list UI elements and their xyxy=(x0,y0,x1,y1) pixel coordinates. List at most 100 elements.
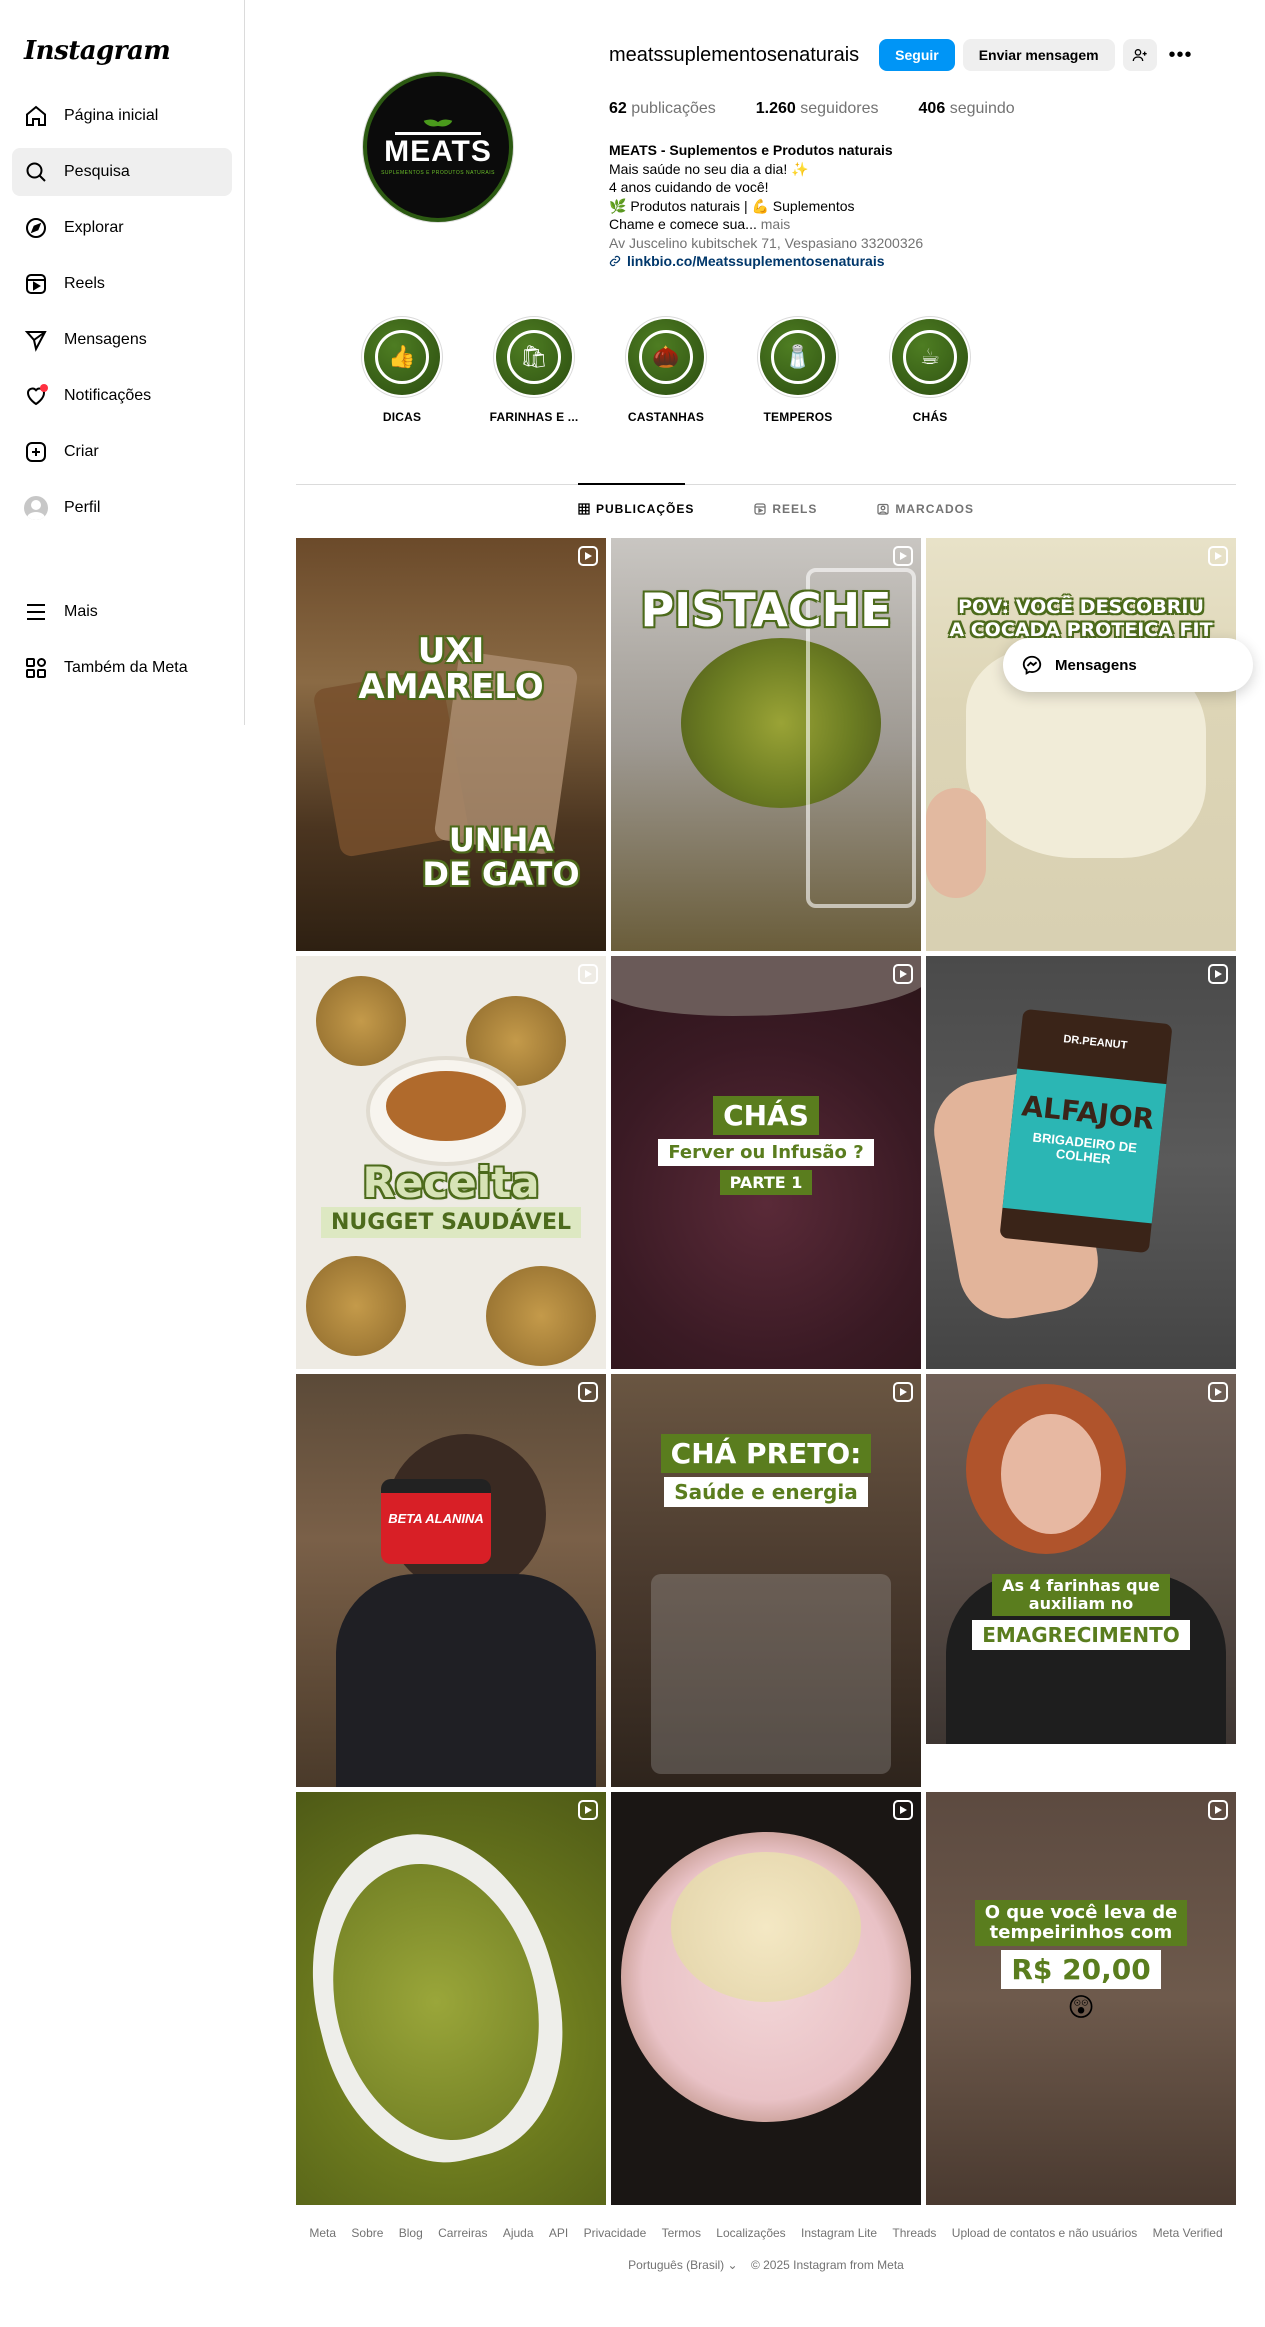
profile-avatar[interactable]: MEATS SUPLEMENTOS E PRODUTOS NATURAIS xyxy=(363,72,513,222)
grid-icon xyxy=(578,503,590,515)
post-overlay-text: auxiliam no xyxy=(1028,1594,1134,1613)
tab-posts[interactable]: PUBLICAÇÕES xyxy=(578,502,694,516)
sidebar-item-more[interactable]: Mais xyxy=(12,588,232,636)
reel-icon xyxy=(1208,1382,1228,1402)
send-message-button[interactable]: Enviar mensagem xyxy=(962,39,1115,71)
followers-stat[interactable]: 1.260 seguidores xyxy=(756,100,879,118)
post-tile[interactable]: Receita NUGGET SAUDÁVEL xyxy=(296,956,606,1369)
instagram-logo[interactable]: Instagram xyxy=(12,36,232,92)
post-overlay-text: DE GATO xyxy=(422,855,580,893)
tab-label: MARCADOS xyxy=(895,502,975,516)
post-overlay-text: O que você leva de xyxy=(984,1902,1178,1923)
post-overlay-text: BETA ALANINA xyxy=(388,1511,484,1526)
bio-line: 4 anos cuidando de você! xyxy=(609,179,769,195)
suggested-users-button[interactable] xyxy=(1122,39,1157,71)
highlight-cover: 🌰 xyxy=(628,319,704,395)
messenger-icon xyxy=(1022,655,1042,675)
sidebar-item-search[interactable]: Pesquisa xyxy=(12,148,232,196)
post-overlay-text: DR.PEANUT xyxy=(1062,1033,1128,1052)
highlight-ring: ☕ xyxy=(889,316,971,398)
tab-reels[interactable]: REELS xyxy=(754,502,817,516)
post-tile[interactable]: O que você leva de tempeirinhos com R$ 20… xyxy=(926,1792,1236,2205)
post-overlay-text: tempeirinhos com xyxy=(989,1922,1173,1943)
avatar-brand-text: MEATS xyxy=(384,135,492,168)
paper-plane-icon xyxy=(24,328,48,352)
profile-bio: MEATS - Suplementos e Produtos naturais … xyxy=(609,141,1029,271)
sidebar-item-label: Mais xyxy=(64,603,98,620)
post-tile[interactable]: POV: VOCÊ DESCOBRIU A COCADA PROTEICA FI… xyxy=(926,538,1236,951)
footer-link[interactable]: Carreiras xyxy=(438,2226,487,2240)
bio-external-link[interactable]: linkbio.co/Meatssuplementosenaturais xyxy=(609,252,1029,271)
highlight-farinhas[interactable]: 🛍 FARINHAS E ... xyxy=(468,316,600,424)
footer-link[interactable]: Privacidade xyxy=(584,2226,647,2240)
footer-link[interactable]: Ajuda xyxy=(503,2226,534,2240)
profile-tabs: PUBLICAÇÕES REELS MARCADOS xyxy=(578,502,1034,516)
bio-line-text: Chame e comece sua... xyxy=(609,216,757,232)
post-tile[interactable]: As 4 farinhas que auxiliam no EMAGRECIMEN… xyxy=(926,1374,1236,1744)
following-label: seguindo xyxy=(949,100,1015,117)
highlight-cover: 🧂 xyxy=(760,319,836,395)
highlight-castanhas[interactable]: 🌰 CASTANHAS xyxy=(600,316,732,424)
highlight-dicas[interactable]: 👍 DICAS xyxy=(336,316,468,424)
highlight-cover: 🛍 xyxy=(496,319,572,395)
post-tile[interactable]: CHÁ PRETO: Saúde e energia xyxy=(611,1374,921,1787)
reels-icon xyxy=(754,503,766,515)
thumbs-up-icon: 👍 xyxy=(375,330,429,384)
post-overlay-text: Ferver ou Infusão ? xyxy=(658,1139,874,1166)
footer-link[interactable]: Localizações xyxy=(716,2226,785,2240)
footer-link[interactable]: Blog xyxy=(399,2226,423,2240)
sidebar-item-profile[interactable]: Perfil xyxy=(12,484,232,532)
bio-more-link[interactable]: mais xyxy=(761,216,791,232)
post-overlay-text: AMARELO xyxy=(358,667,544,707)
chevron-down-icon: ⌄ xyxy=(727,2258,738,2272)
footer-link[interactable]: Upload de contatos e não usuários xyxy=(952,2226,1137,2240)
highlight-label: TEMPEROS xyxy=(763,410,833,424)
floating-messages-button[interactable]: Mensagens xyxy=(1003,638,1253,692)
language-selector[interactable]: Português (Brasil) ⌄ xyxy=(628,2258,737,2272)
footer-link[interactable]: Termos xyxy=(662,2226,701,2240)
following-stat[interactable]: 406 seguindo xyxy=(919,100,1015,118)
tab-tagged[interactable]: MARCADOS xyxy=(877,502,974,516)
post-overlay-text: Saúde e energia xyxy=(664,1477,868,1507)
post-tile[interactable]: PISTACHE xyxy=(611,538,921,951)
sidebar-item-label: Perfil xyxy=(64,499,101,516)
post-tile[interactable]: BETA ALANINA xyxy=(296,1374,606,1787)
post-tile[interactable] xyxy=(296,1792,606,2205)
heart-icon xyxy=(24,384,48,408)
post-tile[interactable]: UXI AMARELO UNHA DE GATO xyxy=(296,538,606,951)
footer-link[interactable]: Instagram Lite xyxy=(801,2226,877,2240)
more-options-icon[interactable]: ••• xyxy=(1165,39,1197,71)
sidebar-item-label: Mensagens xyxy=(64,331,147,348)
footer: Meta Sobre Blog Carreiras Ajuda API Priv… xyxy=(296,2226,1236,2272)
post-tile[interactable] xyxy=(611,1792,921,2205)
sidebar-item-home[interactable]: Página inicial xyxy=(12,92,232,140)
highlight-ring: 🛍 xyxy=(493,316,575,398)
following-count: 406 xyxy=(918,100,946,117)
reels-icon xyxy=(24,272,48,296)
sidebar-item-also-from-meta[interactable]: Também da Meta xyxy=(12,644,232,692)
sidebar-item-messages[interactable]: Mensagens xyxy=(12,316,232,364)
sidebar-item-create[interactable]: Criar xyxy=(12,428,232,476)
footer-link[interactable]: Sobre xyxy=(351,2226,383,2240)
post-overlay-text: UNHA xyxy=(448,821,554,859)
post-tile[interactable]: CHÁS Ferver ou Infusão ? PARTE 1 xyxy=(611,956,921,1369)
reel-icon xyxy=(1208,546,1228,566)
post-tile[interactable]: DR.PEANUT ALFAJOR BRIGADEIRO DE COLHER xyxy=(926,956,1236,1369)
tabs-divider xyxy=(296,484,1236,485)
bio-line: 🌿 Produtos naturais | 💪 Suplementos xyxy=(609,197,855,214)
footer-link[interactable]: Threads xyxy=(892,2226,936,2240)
sidebar-item-explore[interactable]: Explorar xyxy=(12,204,232,252)
avatar-brand-subtext: SUPLEMENTOS E PRODUTOS NATURAIS xyxy=(381,170,495,176)
home-icon xyxy=(24,104,48,128)
sidebar-item-reels[interactable]: Reels xyxy=(12,260,232,308)
follow-button[interactable]: Seguir xyxy=(879,39,955,71)
highlight-chas[interactable]: ☕ CHÁS xyxy=(864,316,996,424)
notification-dot xyxy=(40,384,48,392)
story-highlights: 👍 DICAS 🛍 FARINHAS E ... 🌰 CASTANHAS 🧂 T… xyxy=(336,316,996,424)
footer-link[interactable]: API xyxy=(549,2226,568,2240)
footer-link[interactable]: Meta Verified xyxy=(1153,2226,1223,2240)
highlight-temperos[interactable]: 🧂 TEMPEROS xyxy=(732,316,864,424)
footer-link[interactable]: Meta xyxy=(309,2226,336,2240)
sidebar-item-notifications[interactable]: Notificações xyxy=(12,372,232,420)
menu-icon xyxy=(24,600,48,624)
